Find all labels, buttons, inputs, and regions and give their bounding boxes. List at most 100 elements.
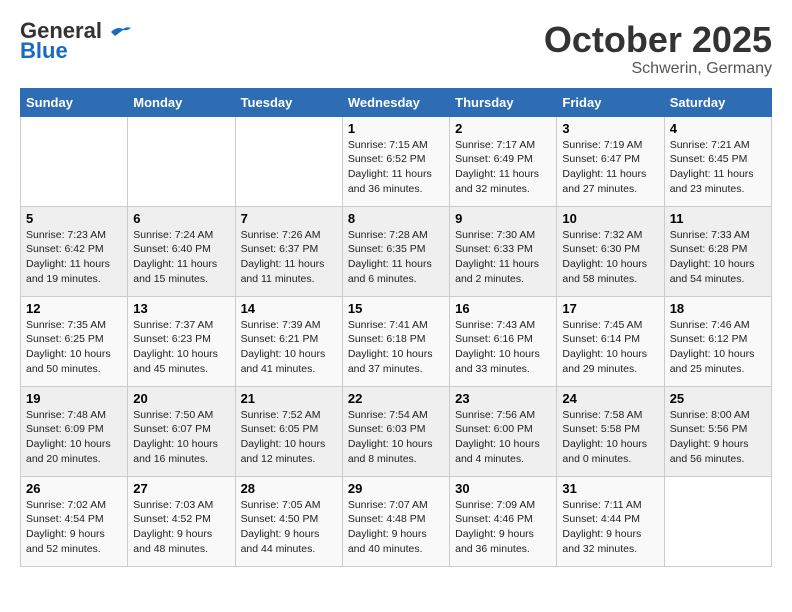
calendar-cell: 26Sunrise: 7:02 AMSunset: 4:54 PMDayligh… [21, 476, 128, 566]
day-info: Sunrise: 7:58 AMSunset: 5:58 PMDaylight:… [562, 408, 658, 467]
day-header-thursday: Thursday [450, 88, 557, 116]
calendar-cell: 14 Sunrise: 7:39 AMSunset: 6:21 PMDayligh… [235, 296, 342, 386]
day-number: 29 [348, 481, 444, 496]
day-info: Sunrise: 7:11 AMSunset: 4:44 PMDaylight:… [562, 498, 658, 557]
calendar-cell: 9Sunrise: 7:30 AMSunset: 6:33 PMDaylight… [450, 206, 557, 296]
day-info: Sunrise: 7:15 AMSunset: 6:52 PMDaylight:… [348, 138, 444, 197]
day-info: Sunrise: 7:07 AMSunset: 4:48 PMDaylight:… [348, 498, 444, 557]
calendar-cell: 31 Sunrise: 7:11 AMSunset: 4:44 PMDayligh… [557, 476, 664, 566]
calendar-cell: 28 Sunrise: 7:05 AMSunset: 4:50 PMDayligh… [235, 476, 342, 566]
day-header-monday: Monday [128, 88, 235, 116]
day-number: 4 [670, 121, 766, 136]
day-number: 15 [348, 301, 444, 316]
day-number: 11 [670, 211, 766, 226]
day-number: 19 [26, 391, 122, 406]
day-number: 1 [348, 121, 444, 136]
calendar-cell: 29 Sunrise: 7:07 AMSunset: 4:48 PMDayligh… [342, 476, 449, 566]
calendar-cell: 27 Sunrise: 7:03 AMSunset: 4:52 PMDayligh… [128, 476, 235, 566]
day-info: Sunrise: 8:00 AMSunset: 5:56 PMDaylight:… [670, 408, 766, 467]
day-number: 10 [562, 211, 658, 226]
calendar-cell: 8Sunrise: 7:28 AMSunset: 6:35 PMDaylight… [342, 206, 449, 296]
day-number: 28 [241, 481, 337, 496]
day-number: 24 [562, 391, 658, 406]
calendar-cell [664, 476, 771, 566]
day-info: Sunrise: 7:05 AMSunset: 4:50 PMDaylight:… [241, 498, 337, 557]
calendar-body: 1 Sunrise: 7:15 AMSunset: 6:52 PMDaylight… [21, 116, 772, 566]
day-number: 12 [26, 301, 122, 316]
day-info: Sunrise: 7:17 AMSunset: 6:49 PMDaylight:… [455, 138, 551, 197]
calendar-cell: 5Sunrise: 7:23 AMSunset: 6:42 PMDaylight… [21, 206, 128, 296]
day-number: 2 [455, 121, 551, 136]
calendar-cell [128, 116, 235, 206]
day-number: 30 [455, 481, 551, 496]
day-number: 8 [348, 211, 444, 226]
calendar-cell: 4 Sunrise: 7:21 AMSunset: 6:45 PMDaylight… [664, 116, 771, 206]
day-number: 3 [562, 121, 658, 136]
page-header: General Blue October 2025 Schwerin, Germ… [20, 20, 772, 78]
day-number: 21 [241, 391, 337, 406]
day-number: 14 [241, 301, 337, 316]
day-number: 22 [348, 391, 444, 406]
month-title: October 2025 [544, 20, 772, 60]
calendar-cell: 7 Sunrise: 7:26 AMSunset: 6:37 PMDaylight… [235, 206, 342, 296]
calendar-cell: 23 Sunrise: 7:56 AMSunset: 6:00 PMDayligh… [450, 386, 557, 476]
day-number: 27 [133, 481, 229, 496]
calendar-cell: 25 Sunrise: 8:00 AMSunset: 5:56 PMDayligh… [664, 386, 771, 476]
calendar-header-row: SundayMondayTuesdayWednesdayThursdayFrid… [21, 88, 772, 116]
calendar-cell: 24 Sunrise: 7:58 AMSunset: 5:58 PMDayligh… [557, 386, 664, 476]
calendar-week-4: 19 Sunrise: 7:48 AMSunset: 6:09 PMDayligh… [21, 386, 772, 476]
day-number: 13 [133, 301, 229, 316]
title-block: October 2025 Schwerin, Germany [544, 20, 772, 78]
day-info: Sunrise: 7:50 AMSunset: 6:07 PMDaylight:… [133, 408, 229, 467]
day-number: 7 [241, 211, 337, 226]
day-info: Sunrise: 7:21 AMSunset: 6:45 PMDaylight:… [670, 138, 766, 197]
day-number: 17 [562, 301, 658, 316]
day-info: Sunrise: 7:37 AMSunset: 6:23 PMDaylight:… [133, 318, 229, 377]
day-info: Sunrise: 7:45 AMSunset: 6:14 PMDaylight:… [562, 318, 658, 377]
day-info: Sunrise: 7:39 AMSunset: 6:21 PMDaylight:… [241, 318, 337, 377]
calendar-cell: 6Sunrise: 7:24 AMSunset: 6:40 PMDaylight… [128, 206, 235, 296]
day-info: Sunrise: 7:23 AMSunset: 6:42 PMDaylight:… [26, 228, 122, 287]
day-header-tuesday: Tuesday [235, 88, 342, 116]
day-info: Sunrise: 7:48 AMSunset: 6:09 PMDaylight:… [26, 408, 122, 467]
calendar-week-5: 26Sunrise: 7:02 AMSunset: 4:54 PMDayligh… [21, 476, 772, 566]
day-info: Sunrise: 7:19 AMSunset: 6:47 PMDaylight:… [562, 138, 658, 197]
calendar-cell [21, 116, 128, 206]
day-number: 25 [670, 391, 766, 406]
logo-blue: Blue [20, 40, 68, 62]
calendar-cell: 2 Sunrise: 7:17 AMSunset: 6:49 PMDaylight… [450, 116, 557, 206]
calendar-cell: 21 Sunrise: 7:52 AMSunset: 6:05 PMDayligh… [235, 386, 342, 476]
day-info: Sunrise: 7:41 AMSunset: 6:18 PMDaylight:… [348, 318, 444, 377]
calendar-cell: 19 Sunrise: 7:48 AMSunset: 6:09 PMDayligh… [21, 386, 128, 476]
day-info: Sunrise: 7:35 AMSunset: 6:25 PMDaylight:… [26, 318, 122, 377]
day-info: Sunrise: 7:52 AMSunset: 6:05 PMDaylight:… [241, 408, 337, 467]
calendar-cell: 16 Sunrise: 7:43 AMSunset: 6:16 PMDayligh… [450, 296, 557, 386]
location-subtitle: Schwerin, Germany [544, 60, 772, 78]
calendar-cell: 18Sunrise: 7:46 AMSunset: 6:12 PMDayligh… [664, 296, 771, 386]
day-info: Sunrise: 7:33 AMSunset: 6:28 PMDaylight:… [670, 228, 766, 287]
calendar-cell: 17 Sunrise: 7:45 AMSunset: 6:14 PMDayligh… [557, 296, 664, 386]
day-info: Sunrise: 7:02 AMSunset: 4:54 PMDaylight:… [26, 498, 122, 557]
day-info: Sunrise: 7:56 AMSunset: 6:00 PMDaylight:… [455, 408, 551, 467]
day-info: Sunrise: 7:03 AMSunset: 4:52 PMDaylight:… [133, 498, 229, 557]
logo-bird-icon [109, 24, 131, 40]
day-info: Sunrise: 7:46 AMSunset: 6:12 PMDaylight:… [670, 318, 766, 377]
calendar-cell: 1 Sunrise: 7:15 AMSunset: 6:52 PMDaylight… [342, 116, 449, 206]
day-header-saturday: Saturday [664, 88, 771, 116]
day-info: Sunrise: 7:24 AMSunset: 6:40 PMDaylight:… [133, 228, 229, 287]
day-info: Sunrise: 7:54 AMSunset: 6:03 PMDaylight:… [348, 408, 444, 467]
calendar-cell: 30 Sunrise: 7:09 AMSunset: 4:46 PMDayligh… [450, 476, 557, 566]
day-info: Sunrise: 7:09 AMSunset: 4:46 PMDaylight:… [455, 498, 551, 557]
calendar-cell: 22 Sunrise: 7:54 AMSunset: 6:03 PMDayligh… [342, 386, 449, 476]
day-info: Sunrise: 7:32 AMSunset: 6:30 PMDaylight:… [562, 228, 658, 287]
calendar-cell: 13 Sunrise: 7:37 AMSunset: 6:23 PMDayligh… [128, 296, 235, 386]
day-header-friday: Friday [557, 88, 664, 116]
day-number: 23 [455, 391, 551, 406]
calendar-week-1: 1 Sunrise: 7:15 AMSunset: 6:52 PMDaylight… [21, 116, 772, 206]
day-number: 31 [562, 481, 658, 496]
calendar-cell: 11 Sunrise: 7:33 AMSunset: 6:28 PMDayligh… [664, 206, 771, 296]
day-number: 16 [455, 301, 551, 316]
day-info: Sunrise: 7:26 AMSunset: 6:37 PMDaylight:… [241, 228, 337, 287]
calendar-week-3: 12 Sunrise: 7:35 AMSunset: 6:25 PMDayligh… [21, 296, 772, 386]
day-info: Sunrise: 7:43 AMSunset: 6:16 PMDaylight:… [455, 318, 551, 377]
